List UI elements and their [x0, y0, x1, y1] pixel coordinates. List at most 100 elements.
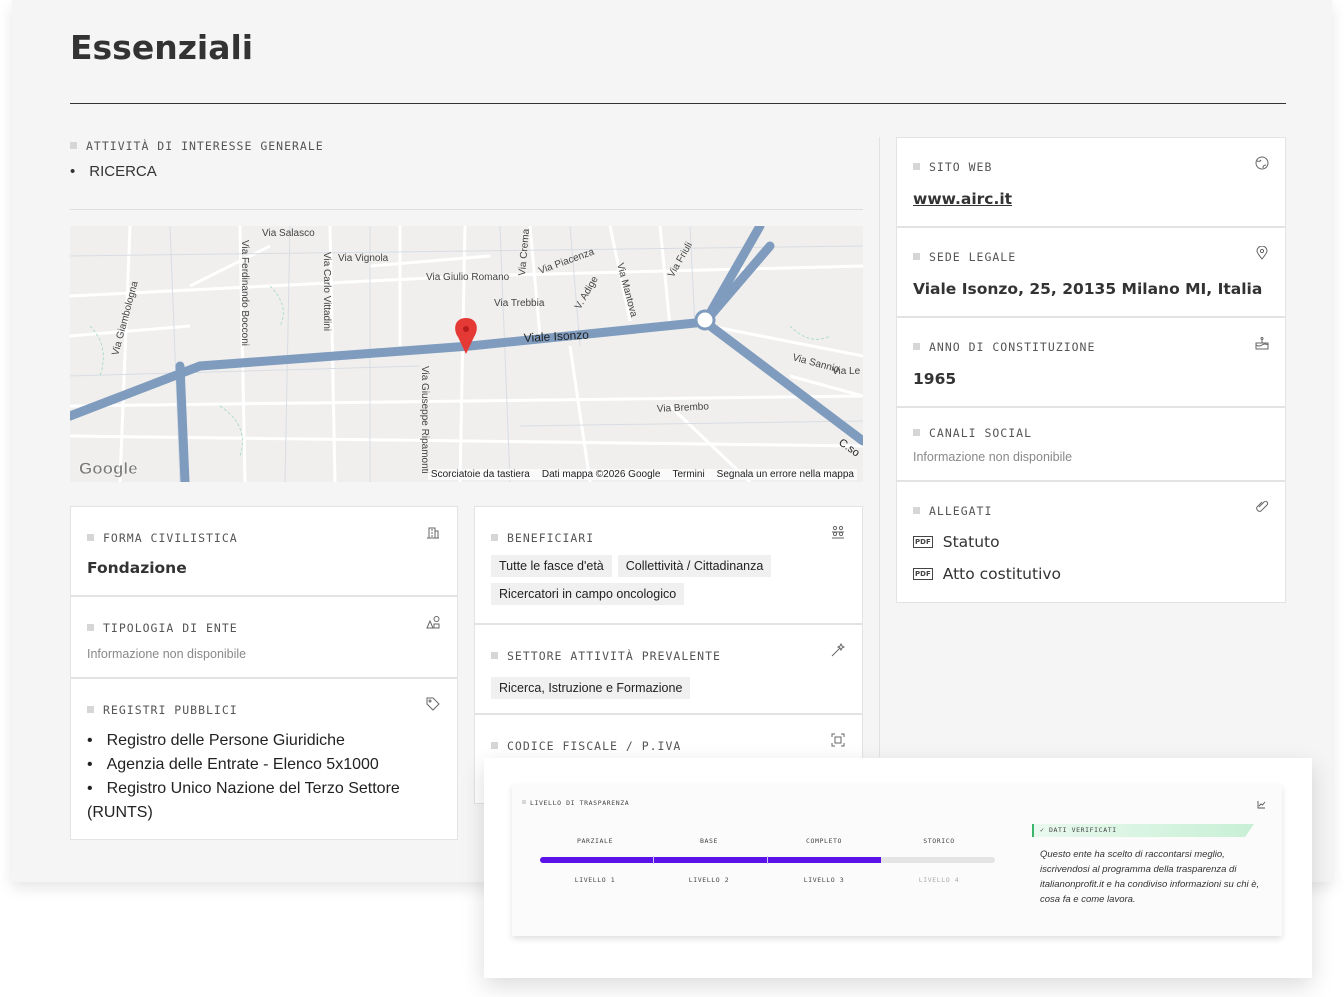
interest-list: RICERCA — [70, 163, 157, 180]
forma-civilistica-card: FORMA CIVILISTICA Fondazione — [70, 506, 458, 596]
sito-web-card: SITO WEB www.airc.it — [896, 137, 1286, 227]
canali-social-card: CANALI SOCIAL Informazione non disponibi… — [896, 407, 1286, 481]
card-label: REGISTRI PUBBLICI — [87, 703, 238, 717]
card-label-text: SEDE LEGALE — [929, 250, 1017, 264]
map-shortcuts-link[interactable]: Scorciatoie da tastiera — [431, 469, 530, 480]
attachment-atto-costitutivo[interactable]: PDF Atto costitutivo — [913, 565, 1061, 583]
google-logo: Google — [79, 459, 138, 479]
card-label-text: REGISTRI PUBBLICI — [103, 703, 238, 717]
attachment-label[interactable]: Atto costitutivo — [943, 565, 1061, 583]
level-separator — [767, 856, 768, 864]
bullet-square-icon — [87, 624, 94, 631]
card-label: TIPOLOGIA DI ENTE — [87, 621, 238, 635]
street-label: Via Giuseppe Ripamonti — [419, 366, 430, 474]
level-sub: LIVELLO 4 — [918, 876, 960, 884]
shapes-icon — [425, 615, 441, 631]
level-sub: LIVELLO 3 — [803, 876, 845, 884]
level-name: STORICO — [923, 837, 955, 845]
forma-value: Fondazione — [87, 559, 187, 577]
verified-description: Questo ente ha scelto di raccontarsi meg… — [1040, 849, 1260, 905]
column-divider — [879, 137, 880, 757]
scan-icon — [830, 733, 846, 749]
map-data-text: Dati mappa ©2026 Google — [541, 469, 661, 480]
transparency-label-text: LIVELLO DI TRASPARENZA — [530, 799, 630, 807]
chip: Ricercatori in campo oncologico — [491, 583, 685, 605]
card-label-text: FORMA CIVILISTICA — [103, 531, 238, 545]
card-label: CODICE FISCALE / P.IVA — [491, 739, 681, 753]
beneficiari-chips: Tutte le fasce d'età Collettività / Citt… — [491, 555, 851, 605]
globe-icon — [1255, 156, 1269, 173]
list-item: RICERCA — [70, 163, 157, 180]
pdf-icon: PDF — [913, 536, 933, 548]
chip: Ricerca, Istruzione e Formazione — [491, 677, 691, 699]
pdf-icon: PDF — [913, 568, 933, 580]
bullet-square-icon — [87, 534, 94, 541]
card-label-text: CANALI SOCIAL — [929, 426, 1033, 440]
bullet-square-icon — [491, 742, 498, 749]
beneficiari-card: BENEFICIARI Tutte le fasce d'età Collett… — [474, 506, 863, 624]
level-sub: LIVELLO 2 — [688, 876, 730, 884]
section-divider — [70, 209, 863, 210]
level-separator — [653, 856, 654, 864]
card-label: ANNO DI CONSTITUZIONE — [913, 340, 1095, 354]
building-icon — [425, 525, 441, 541]
transparency-panel: LIVELLO DI TRASPARENZA PARZIALE BASE COM… — [484, 758, 1312, 978]
street-label: Via Crema — [517, 228, 532, 276]
level-name: COMPLETO — [805, 837, 843, 845]
street-label: Via Trebbia — [494, 298, 545, 309]
level-name: PARZIALE — [576, 837, 614, 845]
paperclip-icon — [1255, 500, 1269, 517]
tipologia-ente-card: TIPOLOGIA DI ENTE Informazione non dispo… — [70, 596, 458, 678]
map-canvas[interactable]: Via Salasco Via Ferdinando Bocconi Via G… — [70, 226, 863, 482]
transparency-progress-fill — [540, 857, 881, 863]
street-label: Via Vignola — [338, 253, 389, 264]
map-footer: Scorciatoie da tastiera Dati mappa ©2026… — [427, 469, 857, 480]
map-terms-link[interactable]: Termini — [672, 469, 704, 480]
street-label: Via Carlo Vittadini — [321, 252, 332, 331]
cake-icon — [1255, 336, 1269, 353]
transparency-label: LIVELLO DI TRASPARENZA — [522, 799, 629, 807]
bullet-square-icon — [913, 429, 920, 436]
settore-chips: Ricerca, Istruzione e Formazione — [491, 677, 851, 699]
list-item: Registro delle Persone Giuridiche — [87, 729, 427, 753]
bullet-square-icon — [913, 253, 920, 260]
bullet-square-icon — [913, 343, 920, 350]
chip: Collettività / Cittadinanza — [617, 555, 772, 577]
card-label-text: ANNO DI CONSTITUZIONE — [929, 340, 1096, 354]
attachment-label[interactable]: Statuto — [943, 533, 1000, 551]
map-report-link[interactable]: Segnala un errore nella mappa — [717, 469, 854, 480]
title-divider — [70, 103, 1286, 104]
attachment-statuto[interactable]: PDF Statuto — [913, 533, 1000, 551]
sede-value: Viale Isonzo, 25, 20135 Milano MI, Itali… — [913, 280, 1263, 298]
street-label: Via Ferdinando Bocconi — [239, 240, 250, 346]
magic-wand-icon — [830, 642, 846, 659]
people-icon — [830, 525, 846, 541]
card-label: FORMA CIVILISTICA — [87, 531, 238, 545]
page-title: Essenziali — [70, 28, 254, 67]
anno-value: 1965 — [913, 370, 957, 388]
street-label: V. Adige — [573, 274, 601, 311]
bullet-square-icon — [491, 534, 498, 541]
card-label: SITO WEB — [913, 160, 992, 174]
bullet-square-icon — [913, 163, 920, 170]
transparency-card: LIVELLO DI TRASPARENZA PARZIALE BASE COM… — [512, 784, 1282, 936]
interest-label-text: ATTIVITÀ DI INTERESSE GENERALE — [86, 139, 324, 153]
bullet-square-icon — [87, 706, 94, 713]
street-label: Via Le — [832, 366, 861, 377]
card-label: ALLEGATI — [913, 504, 992, 518]
settore-card: SETTORE ATTIVITÀ PREVALENTE Ricerca, Ist… — [474, 624, 863, 714]
street-label: Via Salasco — [262, 228, 315, 239]
registri-list: Registro delle Persone Giuridiche Agenzi… — [87, 729, 427, 825]
website-link[interactable]: www.airc.it — [913, 190, 1012, 208]
check-icon: ✓ — [1040, 826, 1045, 834]
anno-costituzione-card: ANNO DI CONSTITUZIONE 1965 — [896, 317, 1286, 407]
card-label-text: CODICE FISCALE / P.IVA — [507, 739, 682, 753]
street-label: Via Friuli — [666, 240, 695, 279]
map[interactable]: Via Salasco Via Ferdinando Bocconi Via G… — [70, 226, 863, 482]
chip: Tutte le fasce d'età — [491, 555, 612, 577]
level-name: BASE — [699, 837, 719, 845]
street-label: Via Brembo — [657, 401, 710, 415]
allegati-card: ALLEGATI PDF Statuto PDF Atto costitutiv… — [896, 481, 1286, 603]
card-label: BENEFICIARI — [491, 531, 594, 545]
bullet-square-icon — [491, 652, 498, 659]
